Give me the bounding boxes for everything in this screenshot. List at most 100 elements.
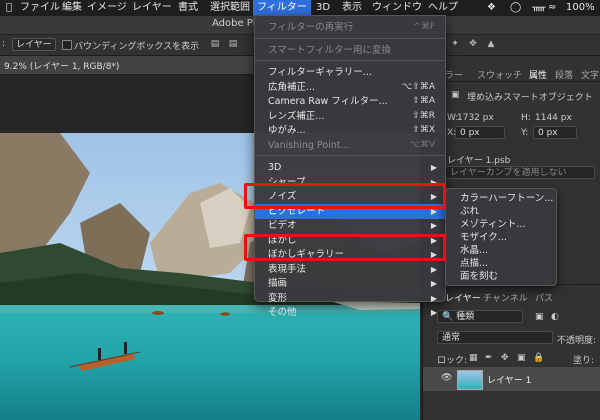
3d-slide-icon[interactable]: ▲: [486, 39, 496, 49]
filter-menu-item-label: 広角補正...: [268, 81, 316, 93]
lock-label: ロック:: [437, 356, 468, 366]
document-tab[interactable]: 9.2% (レイヤー 1, RGB/8*): [0, 56, 253, 75]
layer-kind-filter[interactable]: 🔍 種類: [437, 310, 523, 323]
options-prefix: :: [2, 39, 6, 49]
align-left-icon[interactable]: ▤: [210, 39, 220, 49]
wifi-icon[interactable]: ≈: [548, 0, 556, 16]
layer-comp-select[interactable]: レイヤーカンプを適用しない: [445, 166, 595, 179]
tab-paths[interactable]: パス: [535, 291, 553, 304]
pixelate-submenu-item[interactable]: 面を刻む: [460, 270, 498, 284]
menu-separator: [255, 155, 445, 156]
filter-menu-item[interactable]: 3D ▶: [255, 160, 445, 175]
tab-properties[interactable]: 属性: [529, 68, 547, 81]
filter-menu-item-label: ビデオ: [268, 220, 297, 231]
bbox-checkbox[interactable]: [62, 40, 72, 50]
menu-window[interactable]: ウィンドウ: [372, 0, 422, 16]
menu-separator: [255, 60, 445, 61]
x-field[interactable]: 0 px: [455, 126, 505, 139]
pixelate-submenu-item[interactable]: ぶれ: [460, 205, 479, 219]
window-title: Adobe Ph: [212, 18, 260, 29]
tab-paragraph[interactable]: 段落: [555, 68, 573, 81]
menu-file[interactable]: ファイル: [20, 0, 60, 16]
ring-icon[interactable]: ◯: [510, 0, 521, 16]
filter-image-icon[interactable]: ▣: [535, 312, 544, 322]
lock-artboard-icon[interactable]: ▣: [517, 353, 526, 363]
filter-menu-item-label: Vanishing Point...: [268, 139, 350, 151]
submenu-arrow-icon: ▶: [430, 279, 437, 288]
fill-label: 塗り:: [573, 356, 595, 366]
filter-menu-item-shortcut: ⇧⌘X: [412, 125, 435, 135]
filter-menu-item-shortcut: ⌥⌘V: [409, 139, 435, 150]
properties-title: 埋め込みスマートオブジェクト: [467, 93, 593, 103]
w-value[interactable]: 1732 px: [457, 113, 494, 123]
submenu-arrow-icon: ▶: [430, 308, 437, 317]
apple-icon[interactable]: : [6, 0, 12, 16]
lock-brush-icon[interactable]: ✒: [485, 353, 493, 363]
filter-menu-item[interactable]: その他 ▶: [255, 305, 445, 320]
menu-select[interactable]: 選択範囲: [210, 0, 250, 16]
filter-menu-item[interactable]: ビデオ ▶: [255, 218, 445, 233]
menu-view[interactable]: 表示: [342, 0, 362, 16]
blend-mode-select[interactable]: 通常: [437, 331, 553, 344]
tab-swatches[interactable]: スウォッチ: [477, 68, 522, 81]
filter-menu-item[interactable]: ゆがみ... ⇧⌘X: [255, 123, 445, 138]
filter-menu-item: スマートフィルター用に変換: [255, 43, 445, 58]
layer-select[interactable]: レイヤー ⌄: [12, 38, 56, 63]
y-field[interactable]: 0 px: [533, 126, 577, 139]
filter-menu-item-label: その他: [268, 307, 297, 318]
smart-object-icon: ▣: [451, 90, 460, 100]
battery-label: 100%: [566, 2, 595, 13]
submenu-arrow-icon: ▶: [430, 264, 437, 274]
layer-row[interactable]: 👁 レイヤー 1: [423, 367, 600, 391]
pixelate-submenu-item[interactable]: 水晶...: [460, 244, 488, 258]
menu-image[interactable]: イメージ: [87, 0, 127, 16]
y-label: Y:: [521, 128, 529, 138]
bluetooth-icon[interactable]: ᚅ: [532, 0, 546, 16]
filter-menu-item[interactable]: レンズ補正... ⇧⌘R: [255, 109, 445, 124]
3d-rotate-icon[interactable]: ✦: [450, 39, 460, 49]
filter-menu-item: フィルターの再実行 ^⌘F: [255, 20, 445, 35]
menu-edit[interactable]: 編集: [62, 0, 82, 16]
filter-menu-item-label: フィルターの再実行: [268, 22, 354, 33]
mac-menubar:  ファイル 編集 イメージ レイヤー 書式 選択範囲 フィルター 3D 表示 …: [0, 0, 600, 16]
file-name: レイヤー 1.psb: [447, 156, 511, 166]
filter-menu-item-label: ゆがみ...: [268, 125, 306, 136]
submenu-arrow-icon: ▶: [430, 293, 437, 303]
filter-menu-item[interactable]: 変形 ▶: [255, 291, 445, 306]
filter-menu-item-label: 3D: [268, 162, 282, 173]
filter-menu-item[interactable]: 表現手法 ▶: [255, 262, 445, 277]
filter-menu-item-label: フィルターギャラリー...: [268, 67, 372, 78]
menu-3d[interactable]: 3D: [316, 0, 330, 16]
lock-pixels-icon[interactable]: ▦: [469, 353, 478, 363]
3d-pan-icon[interactable]: ✥: [468, 39, 478, 49]
menu-type[interactable]: 書式: [178, 0, 198, 16]
lock-move-icon[interactable]: ✥: [501, 353, 509, 363]
menu-filter[interactable]: フィルター: [253, 0, 311, 16]
highlight-stylize: [244, 234, 446, 261]
pixelate-submenu-item[interactable]: カラーハーフトーン...: [460, 192, 553, 206]
tab-layers[interactable]: レイヤー: [445, 291, 481, 304]
filter-menu-item[interactable]: フィルターギャラリー...: [255, 65, 445, 80]
pixelate-submenu: カラーハーフトーン... ぶれ メゾティント... モザイク... 水晶... 点描...…: [445, 188, 557, 286]
menu-help[interactable]: ヘルプ: [428, 0, 458, 16]
filter-menu-item-shortcut: ⌥⇧⌘A: [401, 81, 435, 92]
visibility-eye-icon[interactable]: 👁: [441, 373, 452, 383]
tab-channels[interactable]: チャンネル: [483, 291, 528, 304]
filter-menu-item[interactable]: 描画 ▶: [255, 276, 445, 291]
h-label: H:: [521, 113, 531, 123]
filter-menu-item[interactable]: 広角補正... ⌥⇧⌘A: [255, 80, 445, 95]
dropbox-icon[interactable]: ❖: [487, 0, 496, 16]
align-center-icon[interactable]: ▤: [228, 39, 238, 49]
pixelate-submenu-item[interactable]: モザイク...: [460, 231, 507, 245]
filter-menu-item[interactable]: Camera Raw フィルター... ⇧⌘A: [255, 94, 445, 109]
h-value[interactable]: 1144 px: [535, 113, 572, 123]
layer-name[interactable]: レイヤー 1: [487, 373, 531, 386]
pixelate-submenu-item[interactable]: 点描...: [460, 257, 488, 271]
tab-color[interactable]: ラー: [445, 68, 463, 81]
tab-character[interactable]: 文字: [581, 68, 599, 81]
filter-adjust-icon[interactable]: ◐: [551, 312, 559, 322]
lock-all-icon[interactable]: 🔒: [533, 353, 544, 363]
pixelate-submenu-item[interactable]: メゾティント...: [460, 218, 526, 232]
opacity-label: 不透明度:: [557, 336, 597, 346]
menu-layer[interactable]: レイヤー: [132, 0, 172, 16]
